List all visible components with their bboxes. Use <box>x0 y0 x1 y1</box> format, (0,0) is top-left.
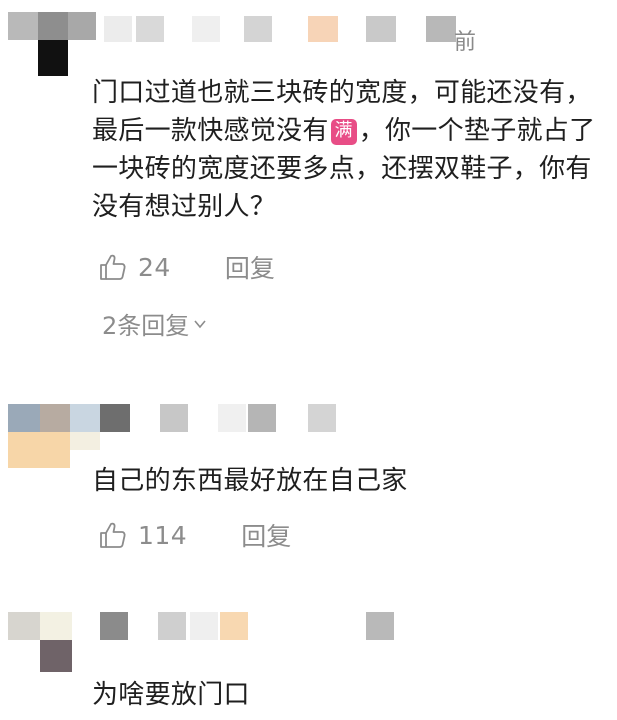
name-tile <box>218 404 246 432</box>
comment-actions: 114 回复 <box>98 518 291 552</box>
avatar-tile <box>38 40 68 76</box>
avatar-tile <box>38 12 68 40</box>
reply-button[interactable]: 回复 <box>225 249 275 285</box>
comment-time: 前 <box>454 30 477 55</box>
name-tile <box>104 16 132 42</box>
reply-button[interactable]: 回复 <box>241 517 291 553</box>
avatar-tile <box>40 404 70 432</box>
name-tile <box>136 16 164 42</box>
thumbs-up-icon[interactable] <box>98 520 128 550</box>
name-tile <box>366 612 394 640</box>
avatar-tile <box>8 12 38 40</box>
avatar-tile <box>68 12 96 40</box>
name-tile <box>190 612 218 640</box>
avatar[interactable] <box>8 404 132 468</box>
thumbs-up-icon[interactable] <box>98 252 128 282</box>
avatar[interactable] <box>8 12 96 76</box>
comment-text: 自己的东西最好放在自己家 <box>92 466 408 496</box>
avatar-tile <box>8 432 70 468</box>
like-count: 114 <box>138 520 188 550</box>
avatar-tile <box>70 404 100 432</box>
comment-text: 为啥要放门口 <box>92 680 250 710</box>
name-tile <box>192 16 220 42</box>
name-tile <box>160 404 188 432</box>
name-tile <box>308 16 338 42</box>
more-replies-label: 2条回复 <box>102 312 190 340</box>
name-tile <box>366 16 396 42</box>
comment-actions: 24 回复 <box>98 250 275 284</box>
name-tile <box>426 16 456 42</box>
comment-text: 门口过道也就三块砖的宽度，可能还没有，最后一款快感觉没有满，你一个垫子就占了一块… <box>92 74 597 226</box>
chevron-down-icon <box>194 319 206 328</box>
more-replies-button[interactable]: 2条回复 <box>102 306 207 341</box>
avatar-tile <box>100 404 130 432</box>
name-tile <box>100 612 128 640</box>
avatar[interactable] <box>8 612 78 672</box>
name-tile <box>244 16 272 42</box>
avatar-tile <box>40 640 72 672</box>
name-tile <box>220 612 248 640</box>
name-tile <box>248 404 276 432</box>
emoji-badge: 满 <box>330 119 357 145</box>
username[interactable] <box>100 612 400 640</box>
username[interactable] <box>160 404 380 432</box>
username[interactable] <box>104 16 464 42</box>
comment-1-header: 前 <box>0 0 617 76</box>
avatar-tile <box>8 612 40 640</box>
like-count: 24 <box>138 252 171 282</box>
name-tile <box>308 404 336 432</box>
name-tile <box>158 612 186 640</box>
avatar-tile <box>8 404 40 432</box>
avatar-tile <box>70 432 100 450</box>
avatar-tile <box>40 612 72 640</box>
